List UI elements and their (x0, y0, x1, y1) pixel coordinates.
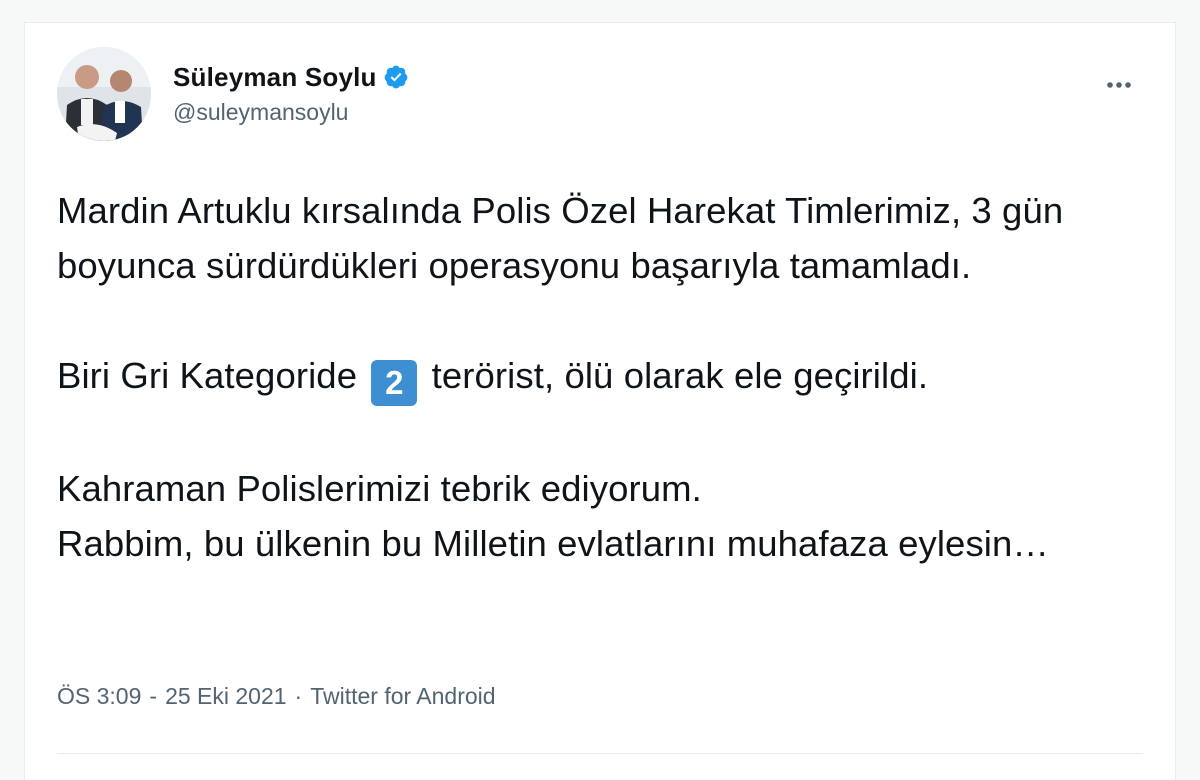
tweet-source[interactable]: Twitter for Android (310, 683, 495, 710)
tweet-date[interactable]: 25 Eki 2021 (165, 683, 286, 710)
keycap-digit-emoji: 2 (371, 360, 418, 406)
tweet-paragraph-1: Mardin Artuklu kırsalında Polis Özel Har… (57, 190, 1064, 286)
tweet-card: Süleyman Soylu @suleymansoylu Mardin Art… (24, 22, 1176, 780)
tweet-paragraph-2: Biri Gri Kategoride 2 terörist, ölü olar… (57, 348, 1147, 406)
tweet-meta: ÖS 3:09 - 25 Eki 2021 · Twitter for Andr… (57, 683, 496, 710)
tweet-paragraph-3-line-1: Kahraman Polislerimizi tebrik ediyorum. (57, 468, 702, 509)
author-names: Süleyman Soylu @suleymansoylu (173, 59, 409, 126)
tweet-paragraph-2-after: terörist, ölü olarak ele geçirildi. (431, 355, 929, 396)
more-horizontal-icon (1107, 82, 1131, 88)
name-row: Süleyman Soylu (173, 59, 409, 95)
tweet-text: Mardin Artuklu kırsalında Polis Özel Har… (57, 183, 1147, 571)
more-options-button[interactable] (1099, 65, 1139, 105)
tweet-time[interactable]: ÖS 3:09 (57, 683, 141, 710)
author-handle[interactable]: @suleymansoylu (173, 99, 409, 126)
meta-separator: - (149, 683, 158, 709)
display-name[interactable]: Süleyman Soylu (173, 62, 377, 93)
divider (57, 753, 1143, 754)
avatar[interactable] (57, 47, 151, 141)
verified-badge-icon (384, 65, 408, 89)
tweet-paragraph-2-before: Biri Gri Kategoride (57, 355, 358, 396)
tweet-paragraph-3-line-2: Rabbim, bu ülkenin bu Milletin evlatları… (57, 523, 1049, 564)
meta-separator-dot: · (294, 683, 303, 709)
avatar-photo (57, 47, 151, 141)
tweet-header: Süleyman Soylu @suleymansoylu (57, 47, 1143, 143)
